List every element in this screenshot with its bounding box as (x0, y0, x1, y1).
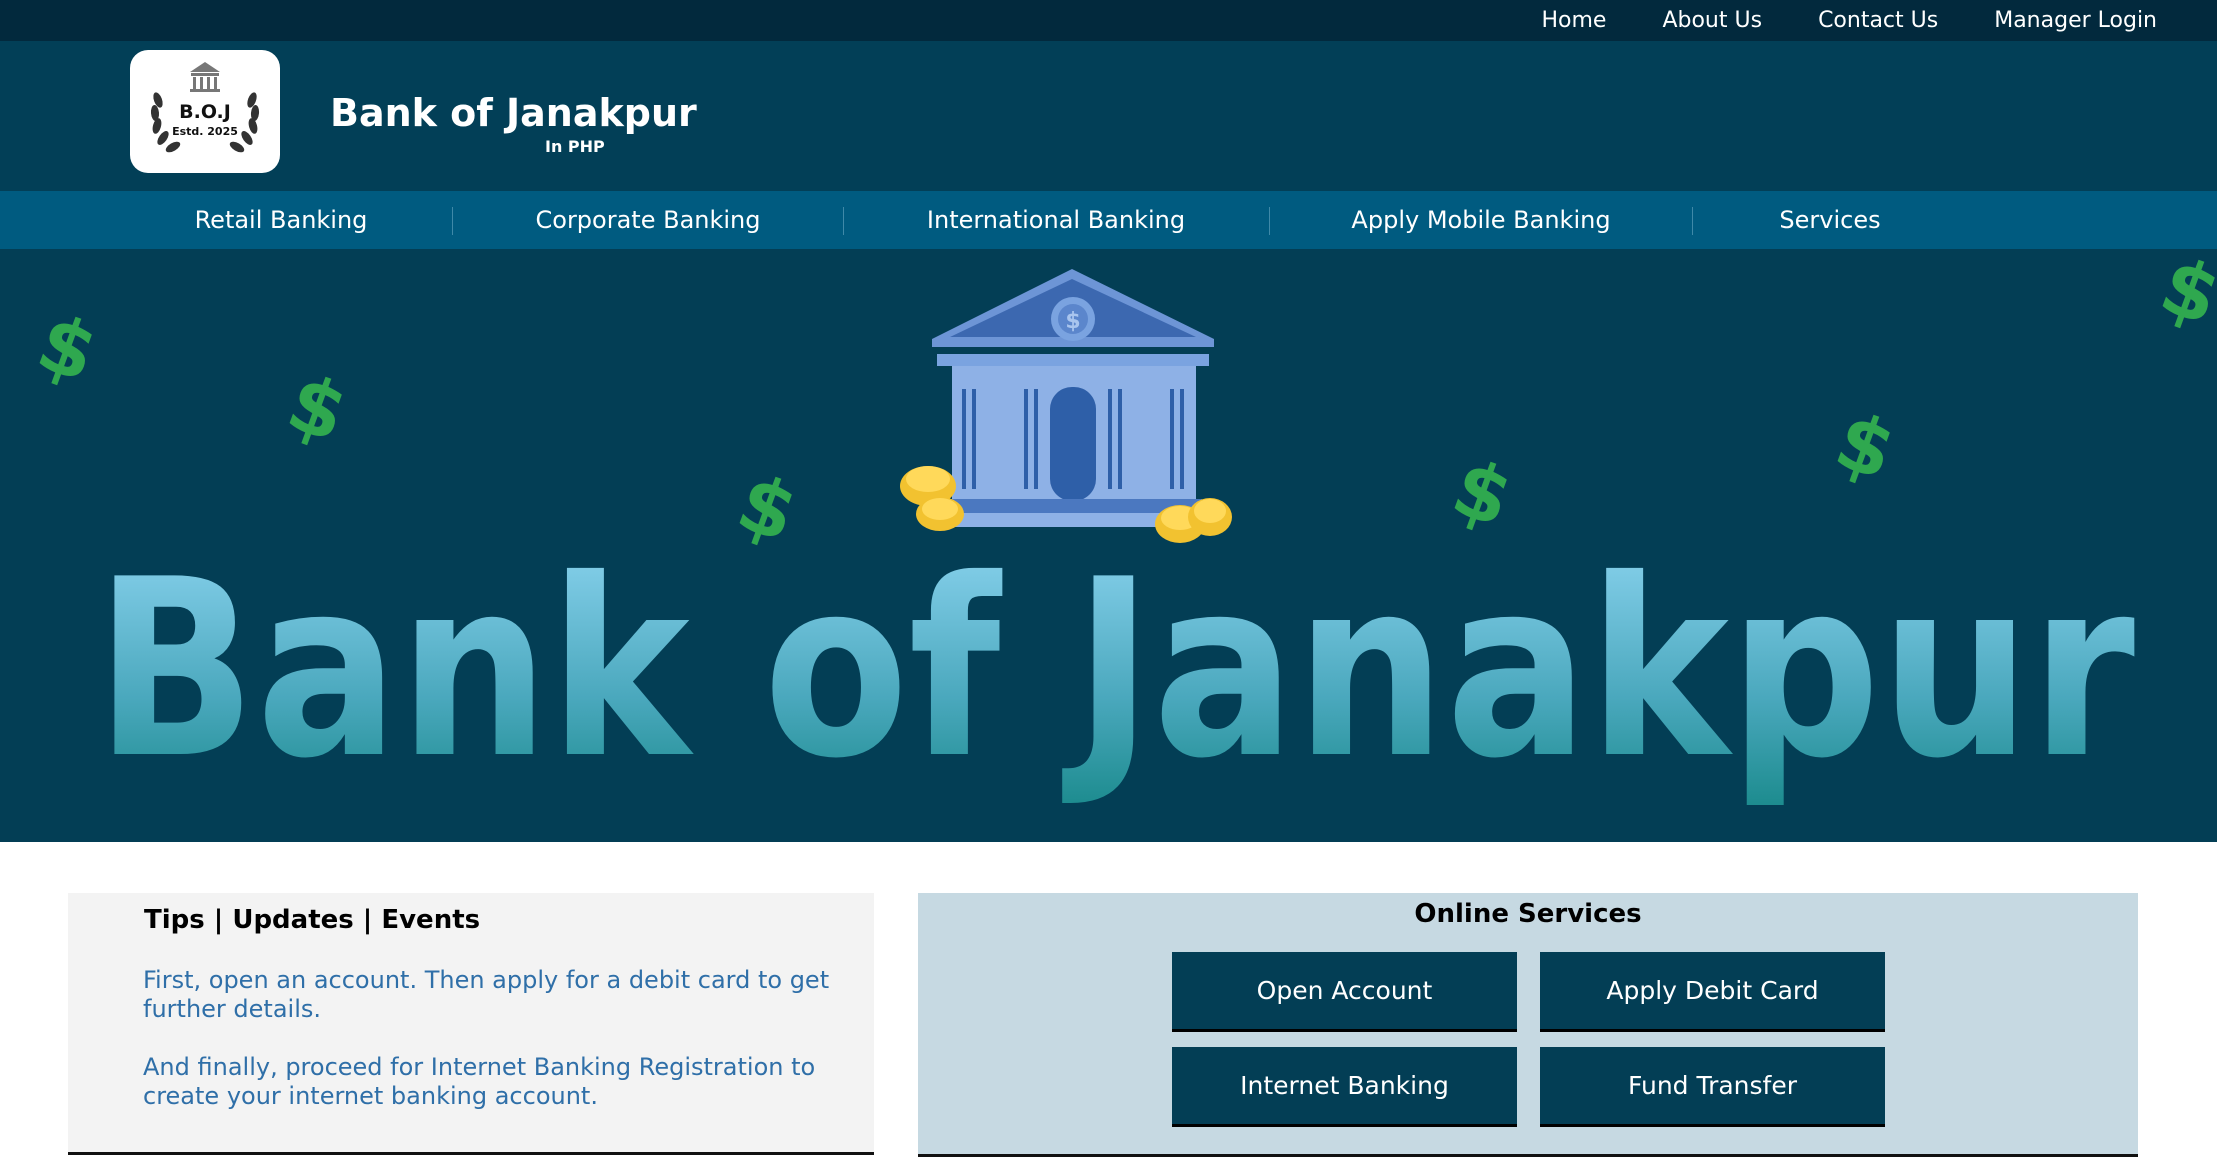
hero-banner-text: Bank of Janakpur (95, 527, 2135, 812)
dollar-sign-icon: $ (2149, 249, 2217, 344)
internet-banking-button[interactable]: Internet Banking (1172, 1047, 1517, 1127)
brand-subtitle: In PHP (545, 137, 605, 156)
logo-text: B.O.J (179, 101, 231, 123)
hero-banner: $ $ $ $ $ $ $ Bank of Janakpur (0, 249, 2217, 842)
nav-apply-mobile-banking[interactable]: Apply Mobile Banking (1351, 191, 1610, 249)
nav-divider (452, 207, 453, 235)
top-nav-contact-us[interactable]: Contact Us (1818, 8, 1938, 33)
bank-dollar-glyph: $ (1065, 309, 1080, 334)
dollar-sign-icon: $ (1824, 395, 1906, 498)
bank-logo[interactable]: B.O.J Estd. 2025 (130, 50, 280, 173)
bank-emblem-icon: B.O.J Estd. 2025 (150, 62, 260, 153)
site-header: B.O.J Estd. 2025 Bank of Janakpur In PHP (0, 41, 2217, 191)
nav-corporate-banking[interactable]: Corporate Banking (536, 191, 761, 249)
brand-title: Bank of Janakpur (330, 91, 697, 135)
nav-international-banking[interactable]: International Banking (927, 191, 1185, 249)
tips-paragraph-2: And finally, proceed for Internet Bankin… (143, 1053, 816, 1110)
nav-services[interactable]: Services (1779, 191, 1880, 249)
tips-paragraph-1: First, open an account. Then apply for a… (143, 966, 830, 1023)
tips-heading: Tips | Updates | Events (144, 905, 481, 935)
dollar-sign-icon: $ (26, 297, 108, 400)
apply-debit-card-button[interactable]: Apply Debit Card (1540, 952, 1885, 1032)
online-services-panel: Online Services Open Account Apply Debit… (918, 893, 2138, 1157)
top-nav: Home About Us Contact Us Manager Login (1541, 0, 2157, 41)
online-services-heading: Online Services (1414, 899, 1642, 929)
hero-graphic: $ $ $ $ $ $ $ Bank of Janakpur (26, 249, 2217, 812)
nav-divider (1269, 207, 1270, 235)
top-nav-manager-login[interactable]: Manager Login (1994, 8, 2157, 33)
fund-transfer-button[interactable]: Fund Transfer (1540, 1047, 1885, 1127)
open-account-button[interactable]: Open Account (1172, 952, 1517, 1032)
nav-divider (843, 207, 844, 235)
top-bar: Home About Us Contact Us Manager Login (0, 0, 2217, 41)
nav-divider (1692, 207, 1693, 235)
nav-retail-banking[interactable]: Retail Banking (195, 191, 368, 249)
tips-panel: Tips | Updates | Events First, open an a… (68, 893, 874, 1155)
main-nav: Retail Banking Corporate Banking Interna… (0, 191, 2217, 249)
top-nav-about-us[interactable]: About Us (1662, 8, 1762, 33)
logo-estd: Estd. 2025 (172, 125, 238, 138)
bank-building-icon: $ (932, 269, 1214, 527)
dollar-sign-icon: $ (276, 357, 358, 460)
top-nav-home[interactable]: Home (1541, 8, 1606, 33)
